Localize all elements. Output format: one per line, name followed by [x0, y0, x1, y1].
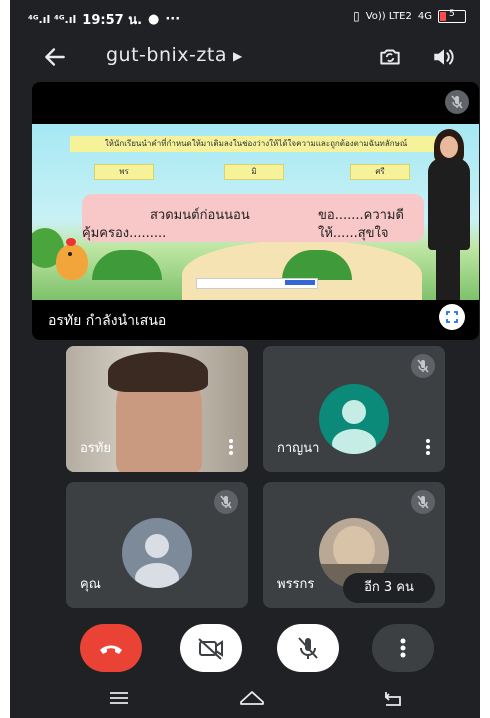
more-participants-button[interactable]: อีก 3 คน [343, 573, 435, 603]
teacher-legs [436, 248, 460, 300]
participant-tile[interactable]: คุณ [66, 482, 248, 608]
chicken-illustration [56, 244, 88, 280]
end-call-button[interactable] [80, 624, 142, 672]
participant-tile[interactable]: อรทัย [66, 346, 248, 472]
messenger-icon: ● [148, 12, 160, 27]
more-notifications-icon: ··· [165, 12, 181, 27]
camera-off-icon [198, 638, 223, 660]
poem-line: ให้......สุขใจ [318, 226, 389, 241]
status-bar: ⁴ᴳ.ıl ⁴ᴳ.ıl 19:57 น. ● ··· ▯ Vo)) LTE2 4… [10, 0, 480, 34]
teacher-face [440, 136, 458, 158]
speaker-icon[interactable] [430, 44, 458, 70]
meeting-code: gut-bnix-zta [106, 44, 227, 66]
call-controls [10, 624, 480, 674]
end-call-icon [100, 645, 122, 654]
more-vert-icon[interactable] [425, 438, 431, 456]
presentation-tile[interactable]: ให้นักเรียนนำคำที่กำหนดให้มาเติมลงในช่อง… [32, 82, 479, 340]
avatar [319, 384, 389, 454]
more-options-button[interactable] [372, 624, 434, 672]
more-vert-icon[interactable] [228, 438, 234, 456]
presenter-label: อรทัย กำลังนำเสนอ [48, 313, 167, 329]
mic-off-icon [445, 90, 469, 114]
participant-hair [108, 352, 208, 392]
more-vert-icon [400, 638, 406, 658]
word-box: ศรี [350, 164, 410, 180]
battery-level: 5 [449, 8, 455, 19]
word-box: มิ [224, 164, 284, 180]
meeting-header: gut-bnix-zta ▶ [10, 34, 480, 80]
volte-indicator: Vo)) LTE2 [365, 10, 412, 22]
mic-off-icon [411, 354, 435, 378]
slide-address-bar [196, 278, 318, 289]
switch-camera-icon[interactable] [376, 44, 404, 70]
network-indicator: 4G [417, 10, 432, 22]
mic-off-icon [411, 490, 435, 514]
chicken-eye [68, 252, 72, 256]
mic-off-icon [298, 637, 318, 659]
battery-icon: 5 [438, 8, 466, 23]
signal-indicator: ⁴ᴳ.ıl ⁴ᴳ.ıl [28, 13, 77, 26]
arrow-left-icon[interactable] [42, 44, 68, 70]
avatar [122, 518, 192, 588]
poem-line: คุ้มครอง......... [82, 226, 167, 241]
recents-icon[interactable] [108, 690, 130, 706]
shared-slide: ให้นักเรียนนำคำที่กำหนดให้มาเติมลงในช่อง… [32, 124, 479, 300]
meeting-code-button[interactable]: gut-bnix-zta ▶ [106, 44, 243, 66]
mic-toggle-button[interactable] [277, 624, 339, 672]
participant-tile[interactable]: พรรกร อีก 3 คน [263, 482, 445, 608]
word-box: พร [94, 164, 154, 180]
teacher-body [428, 158, 470, 250]
chevron-right-icon: ▶ [232, 48, 243, 63]
person-icon [332, 400, 376, 454]
navigation-bar [10, 680, 480, 718]
participant-name: กาญนา [277, 441, 320, 456]
mic-off-icon [214, 490, 238, 514]
chicken-comb [66, 238, 76, 246]
participant-name: อรทัย [80, 441, 111, 456]
person-icon [135, 534, 179, 588]
camera-toggle-button[interactable] [180, 624, 242, 672]
fullscreen-icon[interactable] [439, 304, 465, 330]
clock: 19:57 น. [82, 13, 143, 28]
participant-name: พรรกร [277, 577, 315, 592]
slide-instruction: ให้นักเรียนนำคำที่กำหนดให้มาเติมลงในช่อง… [70, 136, 442, 152]
home-icon[interactable] [238, 688, 266, 708]
participant-tile[interactable]: กาญนา [263, 346, 445, 472]
participant-name: คุณ [80, 577, 101, 592]
nav-back-icon[interactable] [380, 688, 404, 708]
slide-bush [92, 250, 162, 280]
poem-panel: สวดมนต์ก่อนนอน ขอ.......ความดี คุ้มครอง.… [82, 194, 424, 242]
vibrate-icon: ▯ [353, 9, 360, 23]
phone-screen: ⁴ᴳ.ıl ⁴ᴳ.ıl 19:57 น. ● ··· ▯ Vo)) LTE2 4… [10, 0, 480, 718]
